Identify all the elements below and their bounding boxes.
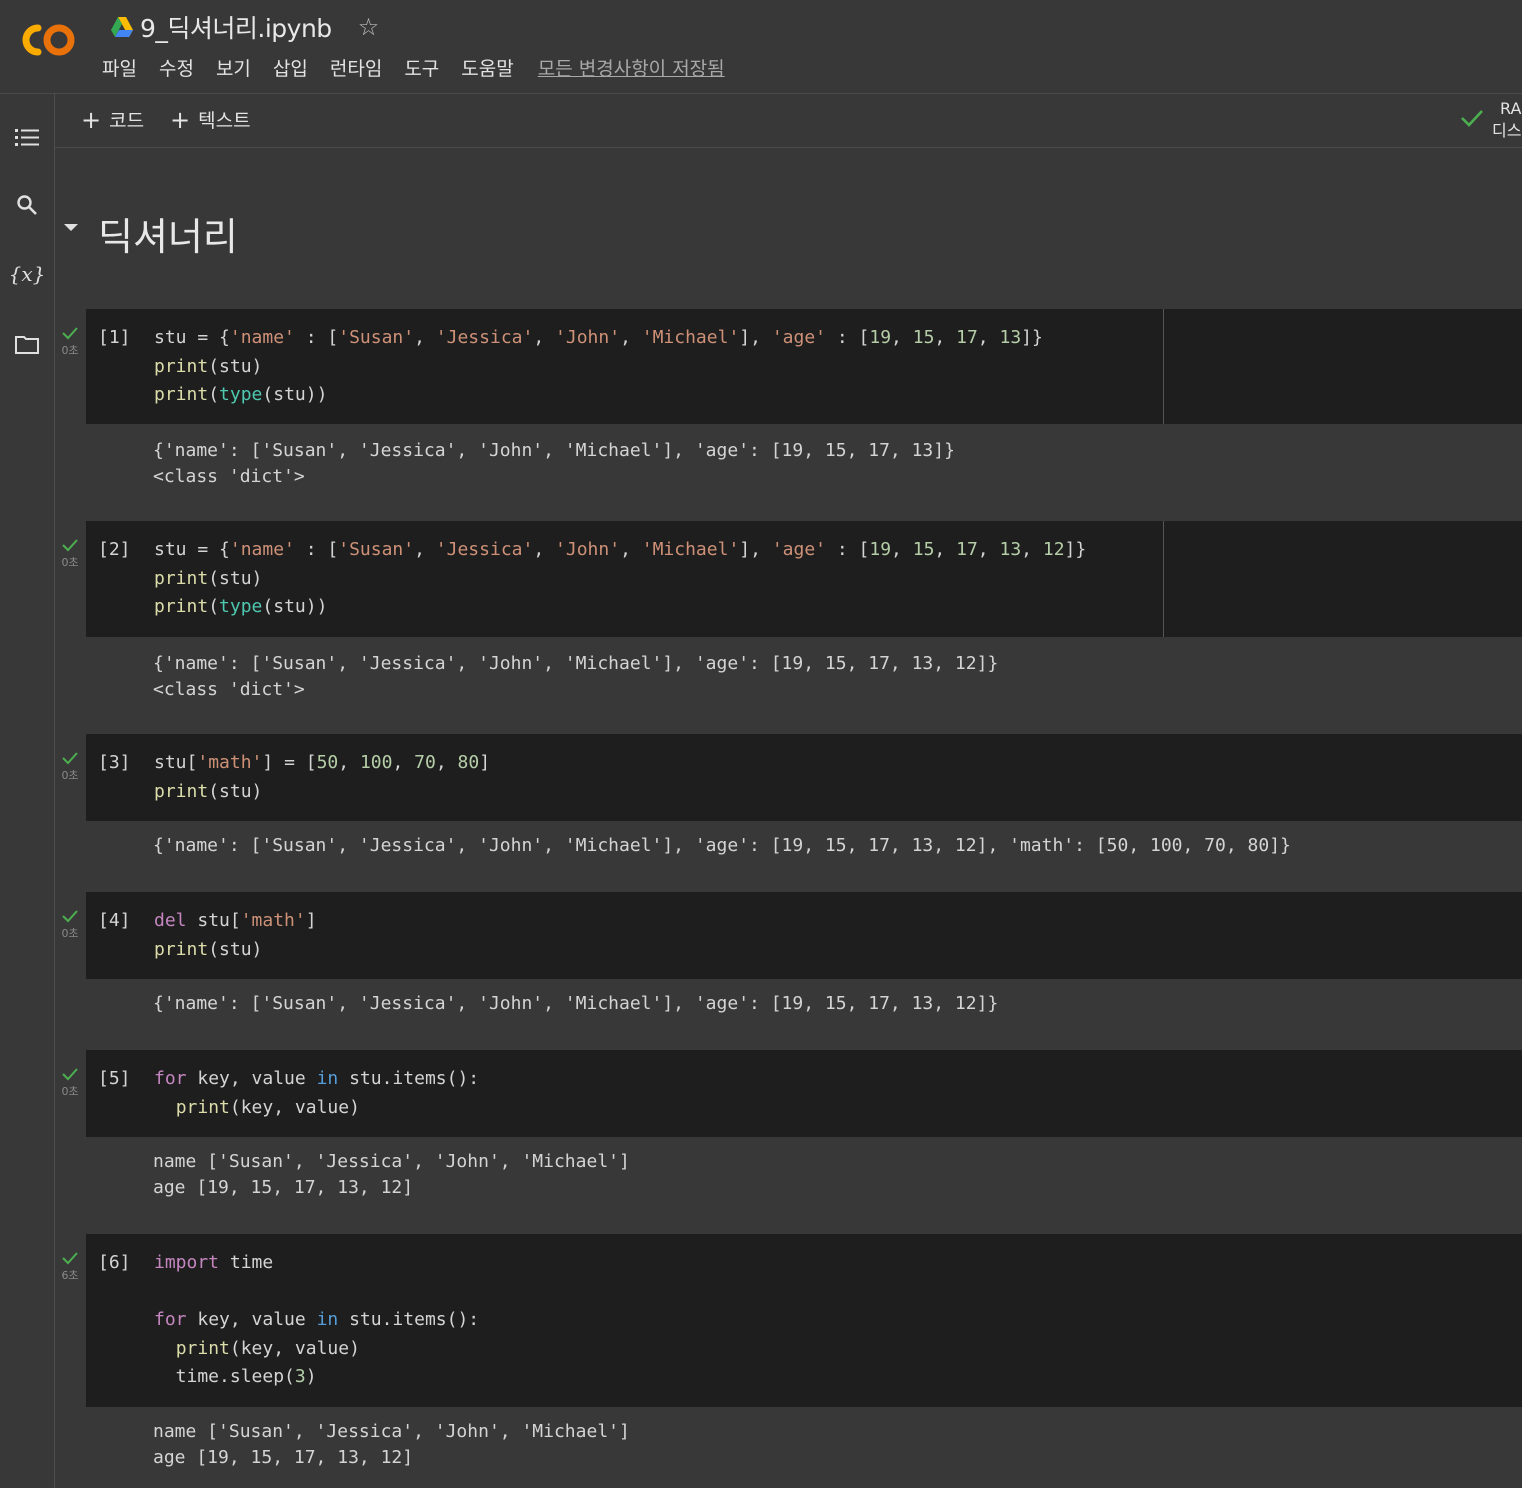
- success-check-icon: [62, 327, 78, 340]
- success-check-icon: [62, 1068, 78, 1081]
- cell-output: {'name': ['Susan', 'Jessica', 'John', 'M…: [86, 424, 1522, 521]
- menu-bar: 파일 수정 보기 삽입 런타임 도구 도움말 모든 변경사항이 저장됨: [102, 54, 747, 81]
- menu-tools[interactable]: 도구: [404, 54, 439, 81]
- output-text: name ['Susan', 'Jessica', 'John', 'Micha…: [153, 1421, 630, 1468]
- menu-view[interactable]: 보기: [216, 54, 251, 81]
- code-text[interactable]: for key, value in stu.items(): print(key…: [154, 1065, 479, 1122]
- menu-help[interactable]: 도움말: [461, 54, 513, 81]
- code-text[interactable]: stu['math'] = [50, 100, 70, 80] print(st…: [154, 749, 490, 806]
- run-status[interactable]: 0초: [56, 325, 84, 358]
- connected-check-icon[interactable]: [1460, 108, 1484, 128]
- variables-icon[interactable]: {x}: [9, 259, 46, 289]
- star-icon[interactable]: ☆: [358, 13, 380, 41]
- cell-output: {'name': ['Susan', 'Jessica', 'John', 'M…: [86, 979, 1522, 1050]
- exec-time: 0초: [61, 556, 79, 569]
- add-code-label: 코드: [109, 110, 145, 132]
- toc-icon[interactable]: [12, 122, 42, 152]
- execution-count: [6]: [98, 1252, 131, 1273]
- disk-label: 디스: [1492, 121, 1522, 140]
- google-drive-icon[interactable]: [110, 16, 134, 38]
- line-ruler: [1163, 521, 1164, 637]
- code-cell[interactable]: 6초 [6] import time for key, value in stu…: [61, 1234, 1522, 1488]
- plus-icon: +: [81, 105, 102, 134]
- output-text: {'name': ['Susan', 'Jessica', 'John', 'M…: [153, 835, 1291, 856]
- output-text: {'name': ['Susan', 'Jessica', 'John', 'M…: [153, 653, 999, 700]
- title-row: 9_딕셔너리.ipynb ☆: [110, 10, 379, 44]
- code-editor[interactable]: 0초 [2] stu = {'name' : ['Susan', 'Jessic…: [61, 521, 1522, 637]
- execution-count: [2]: [98, 539, 131, 560]
- notebook-toolbar: + 코드 + 텍스트 RA 디스: [55, 94, 1522, 148]
- execution-count: [3]: [98, 752, 131, 773]
- add-text-button[interactable]: + 텍스트: [170, 106, 251, 133]
- success-check-icon: [62, 910, 78, 923]
- code-editor[interactable]: 0초 [3] stu['math'] = [50, 100, 70, 80] p…: [61, 734, 1522, 821]
- code-editor[interactable]: 0초 [1] stu = {'name' : ['Susan', 'Jessic…: [61, 309, 1522, 424]
- save-status[interactable]: 모든 변경사항이 저장됨: [538, 54, 725, 81]
- success-check-icon: [62, 752, 78, 765]
- success-check-icon: [62, 539, 78, 552]
- menu-runtime[interactable]: 런타임: [330, 54, 382, 81]
- colab-logo[interactable]: [18, 20, 80, 60]
- code-text[interactable]: stu = {'name' : ['Susan', 'Jessica', 'Jo…: [154, 536, 1086, 622]
- run-status[interactable]: 0초: [56, 750, 84, 783]
- plus-icon: +: [170, 105, 191, 134]
- menu-edit[interactable]: 수정: [159, 54, 194, 81]
- ram-label: RA: [1500, 99, 1522, 118]
- folder-icon[interactable]: [12, 329, 42, 359]
- run-status[interactable]: 0초: [56, 537, 84, 570]
- exec-time: 0초: [61, 769, 79, 782]
- exec-time: 0초: [61, 1085, 79, 1098]
- add-text-label: 텍스트: [198, 110, 251, 132]
- execution-count: [1]: [98, 327, 131, 348]
- execution-count: [4]: [98, 910, 131, 931]
- menu-file[interactable]: 파일: [102, 54, 137, 81]
- notebook-title[interactable]: 9_딕셔너리.ipynb: [140, 9, 332, 45]
- code-cell[interactable]: 0초 [4] del stu['math'] print(stu) {'name…: [61, 892, 1522, 1050]
- left-sidebar: {x}: [0, 94, 55, 1488]
- code-cell[interactable]: 0초 [3] stu['math'] = [50, 100, 70, 80] p…: [61, 734, 1522, 892]
- add-code-button[interactable]: + 코드: [81, 106, 144, 133]
- menu-insert[interactable]: 삽입: [273, 54, 308, 81]
- resources-indicator[interactable]: RA 디스: [1492, 98, 1522, 142]
- cell-output: {'name': ['Susan', 'Jessica', 'John', 'M…: [86, 821, 1522, 892]
- run-status[interactable]: 0초: [56, 908, 84, 941]
- run-status[interactable]: 6초: [56, 1250, 84, 1283]
- code-text[interactable]: stu = {'name' : ['Susan', 'Jessica', 'Jo…: [154, 324, 1043, 410]
- cell-output: name ['Susan', 'Jessica', 'John', 'Micha…: [86, 1407, 1522, 1488]
- code-cell[interactable]: 0초 [5] for key, value in stu.items(): pr…: [61, 1050, 1522, 1234]
- output-text: name ['Susan', 'Jessica', 'John', 'Micha…: [153, 1151, 630, 1198]
- code-editor[interactable]: 0초 [5] for key, value in stu.items(): pr…: [61, 1050, 1522, 1137]
- output-text: {'name': ['Susan', 'Jessica', 'John', 'M…: [153, 993, 999, 1014]
- run-status[interactable]: 0초: [56, 1066, 84, 1099]
- exec-time: 0초: [61, 344, 79, 357]
- line-ruler: [1163, 309, 1164, 424]
- section-heading: 딕셔너리: [98, 215, 238, 259]
- code-text[interactable]: import time for key, value in stu.items(…: [154, 1249, 479, 1392]
- execution-count: [5]: [98, 1068, 131, 1089]
- code-cell[interactable]: 0초 [2] stu = {'name' : ['Susan', 'Jessic…: [61, 521, 1522, 734]
- cell-output: {'name': ['Susan', 'Jessica', 'John', 'M…: [86, 637, 1522, 734]
- exec-time: 6초: [61, 1269, 79, 1282]
- search-icon[interactable]: [12, 190, 42, 220]
- code-editor[interactable]: 6초 [6] import time for key, value in stu…: [61, 1234, 1522, 1407]
- collapse-caret-icon[interactable]: [64, 224, 78, 231]
- code-editor[interactable]: 0초 [4] del stu['math'] print(stu): [61, 892, 1522, 979]
- code-cell[interactable]: 0초 [1] stu = {'name' : ['Susan', 'Jessic…: [61, 309, 1522, 521]
- header: 9_딕셔너리.ipynb ☆ 파일 수정 보기 삽입 런타임 도구 도움말 모든…: [0, 0, 1522, 94]
- code-text[interactable]: del stu['math'] print(stu): [154, 907, 317, 964]
- output-text: {'name': ['Susan', 'Jessica', 'John', 'M…: [153, 440, 955, 487]
- success-check-icon: [62, 1252, 78, 1265]
- exec-time: 0초: [61, 927, 79, 940]
- cell-output: name ['Susan', 'Jessica', 'John', 'Micha…: [86, 1137, 1522, 1234]
